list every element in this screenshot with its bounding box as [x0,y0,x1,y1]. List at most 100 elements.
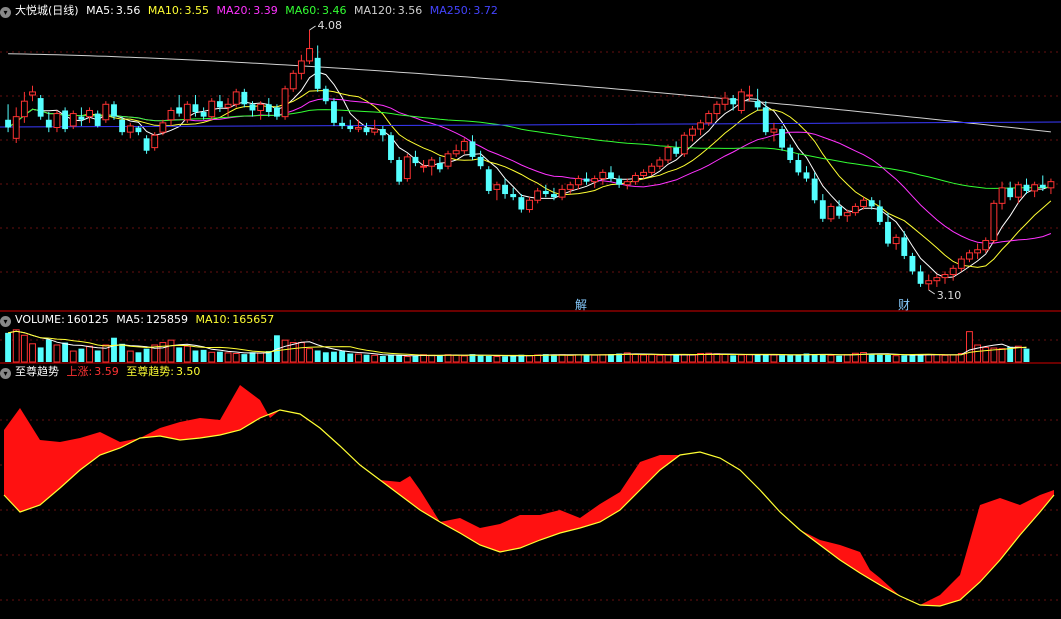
volume-legend: ▾ VOLUME: 160125 MA5: 125859 MA10: 165657 [0,313,278,327]
volume-settings-icon[interactable]: ▾ [0,316,11,327]
candle-body [412,156,419,164]
volume-bar [876,354,883,362]
trend-settings-icon[interactable]: ▾ [0,368,11,379]
candle-body [69,113,77,127]
volume-bar [721,353,729,363]
volume-bar [892,355,900,363]
candle-body [208,100,216,118]
candle-body [917,271,924,284]
settings-icon[interactable]: ▾ [0,7,11,18]
candle-body [29,91,36,96]
candle-body [510,194,517,198]
candle-body [566,184,574,190]
candle-body [102,103,110,121]
candle-body [819,200,826,219]
stock-name: 大悦城(日线) [15,4,79,17]
volume-bar [452,354,460,363]
volume-bar [331,351,337,362]
candle-body [982,239,990,251]
candle-body [347,125,354,130]
volume-bar [12,329,20,363]
volume-bar [631,353,639,363]
candle-body [78,116,85,120]
volume-bar [412,355,419,362]
candle-body [949,267,957,276]
volume-bar [69,350,77,363]
volume-value: 160125 [66,313,109,326]
volume-bar [159,342,167,363]
high-pointer [309,25,316,31]
volume-bar [257,352,265,363]
candle-body [420,165,428,168]
trend-line [3,409,1055,607]
volume-bar [354,353,362,363]
candle-body [167,109,175,121]
candle-body [192,104,199,113]
volume-bar [111,337,117,362]
volume-bar [998,348,1006,363]
volume-bar [167,339,175,363]
candle-body [388,135,394,160]
candle-body [428,159,436,167]
volume-bar [982,346,990,363]
candle-body [998,187,1006,204]
candle-body [713,103,721,115]
candle-body [379,129,386,136]
candle-body [249,104,256,111]
volume-bar [53,344,61,363]
volume-bar [176,347,183,362]
candle-body [403,156,411,180]
volume-bar [339,351,346,362]
volume-bar [192,350,199,362]
candle-body [460,140,468,152]
candle-body [648,165,656,173]
volume-bar [819,354,826,362]
candle-body [851,205,859,214]
volume-bar [795,354,802,362]
volume-bar [241,354,248,362]
volume-bar [949,354,957,363]
volume-bar [689,354,696,363]
candle-body [265,104,272,113]
candle-body [746,94,753,97]
candle-body [20,100,28,118]
volume-bar [5,332,12,362]
ma5-label: MA5: [86,4,114,17]
volume-bar [45,339,52,362]
volume-bar [599,354,607,363]
candle-body [966,252,973,260]
volume-bar [754,354,761,362]
candle-body [534,190,542,201]
volume-bar [574,354,582,363]
volume-bar [836,355,843,362]
candle-body [542,190,549,195]
volume-bar [933,354,941,363]
volume-bar [608,354,614,362]
candle-body [526,199,533,211]
volume-bar [428,354,436,363]
volume-bar [460,355,468,363]
volume-bar [314,350,321,362]
candle-body [901,237,908,256]
candlestick-series [5,30,1055,290]
volume-bar [485,355,492,362]
candle-body [737,91,745,111]
candle-body [640,171,647,176]
event-mark-cai: 财 [898,298,910,312]
candle-body [941,274,949,279]
candle-body [689,128,696,136]
volume-bar [591,354,599,363]
candle-body [281,88,289,118]
volume-bar [224,352,232,363]
volume-bar [583,354,590,362]
candle-body [957,258,965,269]
candle-body [5,119,12,128]
trend-legend: ▾ 至尊趋势 上涨: 3.59 至尊趋势: 3.50 [0,365,204,379]
candle-body [754,101,761,108]
volume-bar [909,354,916,362]
volume-bar [119,343,126,362]
candle-body [770,128,778,133]
candle-body [721,97,729,105]
ma20-value: 3.39 [253,4,278,17]
candle-body [616,178,623,185]
